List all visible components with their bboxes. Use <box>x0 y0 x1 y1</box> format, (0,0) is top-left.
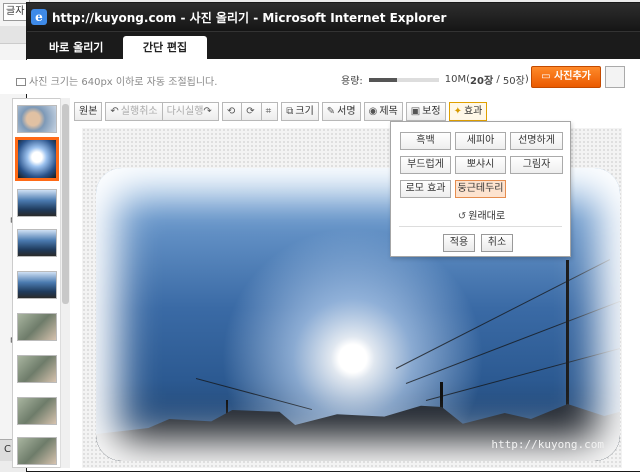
capacity-fill <box>368 77 397 82</box>
popup-divider <box>399 226 562 227</box>
undo-icon: ↶ <box>110 105 119 117</box>
redo-button[interactable]: 다시실행↷ <box>161 101 219 121</box>
more-button[interactable] <box>605 66 625 88</box>
rotate-left-button[interactable]: ⟲ <box>221 101 242 121</box>
title-label: 제목 <box>379 105 398 117</box>
effects-button[interactable]: ✦ 효과 <box>448 101 488 121</box>
effect-lomo-button[interactable]: 로모 효과 <box>400 180 451 198</box>
rotate-right-button[interactable]: ⟳ <box>241 101 261 121</box>
edit-toolbar: 원본 ↶ 실행취소 다시실행↷ ⟲ ⟳ ⌗ ⧉ 크기 ✎ 서명 ◉ 제목 ▣ 보정 ✦ 효과 <box>74 100 620 122</box>
resize-button[interactable]: ⧉ 크기 <box>281 101 319 121</box>
reset-effect-button[interactable]: ↺ 원래대로 <box>391 207 572 222</box>
window-title: http://kuyong.com - 사진 올리기 - Microsoft I… <box>52 10 447 25</box>
signature-label: 서명 <box>337 105 356 117</box>
effects-label: 효과 <box>463 105 483 117</box>
tab-quick-upload[interactable]: 바로 올리기 <box>33 36 119 60</box>
thumbnail[interactable] <box>17 105 57 133</box>
crop-icon: ⌗ <box>265 105 272 117</box>
add-photo-icon: ▭ <box>541 71 555 82</box>
history-group: ↶ 실행취소 다시실행↷ <box>105 101 219 121</box>
transform-group: ⟲ ⟳ ⌗ <box>221 101 279 121</box>
capacity-count: 20장 <box>470 76 494 87</box>
capacity-meter: 용량: 10M (20장 / 50장) <box>341 74 529 87</box>
thumbnail[interactable] <box>17 313 57 341</box>
signature-button[interactable]: ✎ 서명 <box>321 101 361 121</box>
cancel-button[interactable]: 취소 <box>481 234 513 252</box>
thumbnail[interactable] <box>17 271 57 299</box>
effect-grayscale-button[interactable]: 흑백 <box>400 132 451 150</box>
apply-button[interactable]: 적용 <box>443 234 475 252</box>
redo-label: 다시실행 <box>166 105 204 117</box>
resize-label: 크기 <box>295 105 314 117</box>
rotate-right-icon: ⟳ <box>246 105 255 117</box>
undo-icon: ↺ <box>457 211 467 222</box>
window-titlebar[interactable]: e http://kuyong.com - 사진 올리기 - Microsoft… <box>27 3 640 31</box>
correct-label: 보정 <box>422 105 441 117</box>
crop-button[interactable]: ⌗ <box>260 101 279 121</box>
capacity-bar <box>368 77 439 82</box>
effect-soften-button[interactable]: 부드럽게 <box>400 156 451 174</box>
thumbnail-selected[interactable] <box>15 137 59 181</box>
tab-simple-edit[interactable]: 간단 편집 <box>123 36 207 60</box>
effect-shadow-button[interactable]: 그림자 <box>510 156 563 174</box>
effect-glow-button[interactable]: 뽀샤시 <box>455 156 506 174</box>
effect-sharpen-button[interactable]: 선명하게 <box>510 132 563 150</box>
thumbnail[interactable] <box>17 229 57 257</box>
undo-button[interactable]: ↶ 실행취소 <box>105 101 162 121</box>
correct-button[interactable]: ▣ 보정 <box>405 101 446 121</box>
rotate-left-icon: ⟲ <box>226 105 236 117</box>
resize-icon: ⧉ <box>286 105 294 117</box>
size-notice-text: 사진 크기는 640px 이하로 자동 조절됩니다. <box>29 77 218 88</box>
eye-icon: ◉ <box>368 105 378 117</box>
pen-icon: ✎ <box>326 105 336 117</box>
thumbnail-scroll-knob[interactable] <box>62 104 69 304</box>
effects-popup: 흑백 세피아 선명하게 부드럽게 뽀샤시 그림자 로모 효과 둥근테두리 ↺ 원래… <box>390 121 571 257</box>
effect-rounded-border-button[interactable]: 둥근테두리 <box>455 180 506 198</box>
ie-logo-icon: e <box>31 9 47 25</box>
title-button[interactable]: ◉ 제목 <box>363 101 403 121</box>
redo-icon: ↷ <box>203 105 212 117</box>
add-photo-button[interactable]: ▭ 사진추가 <box>531 66 601 88</box>
effect-sepia-button[interactable]: 세피아 <box>455 132 506 150</box>
camera-icon <box>16 78 26 86</box>
capacity-used: 10M <box>444 74 467 85</box>
thumbnail[interactable] <box>17 397 57 425</box>
capacity-label: 용량: <box>341 76 363 87</box>
capacity-total: 50장 <box>502 76 525 87</box>
info-bar: 사진 크기는 640px 이하로 자동 조절됩니다. 용량: 10M (20장 … <box>0 60 625 94</box>
wand-icon: ✦ <box>453 105 462 117</box>
photo-watermark: http://kuyong.com <box>491 438 604 451</box>
add-photo-label: 사진추가 <box>554 71 591 82</box>
thumbnail[interactable] <box>17 189 57 217</box>
monitor-icon: ▣ <box>410 105 421 117</box>
reset-label: 원래대로 <box>468 211 506 222</box>
thumbnail[interactable] <box>17 355 57 383</box>
undo-label: 실행취소 <box>120 105 158 117</box>
original-button[interactable]: 원본 <box>74 101 103 121</box>
tab-bar: 바로 올리기 간단 편집 <box>27 31 640 60</box>
thumbnail-scrollbar[interactable] <box>60 98 70 468</box>
size-notice: 사진 크기는 640px 이하로 자동 조절됩니다. <box>16 73 217 88</box>
